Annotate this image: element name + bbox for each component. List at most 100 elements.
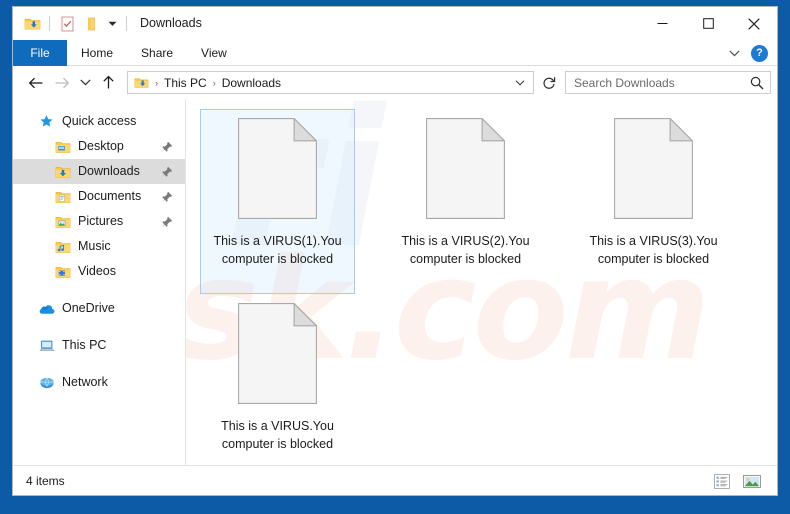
sidebar-item-network[interactable]: Network: [13, 370, 185, 395]
close-button[interactable]: [731, 7, 777, 40]
tab-file[interactable]: File: [13, 40, 67, 66]
sidebar-item-quick-access-label: Quick access: [62, 114, 137, 129]
toolbar-divider-2: [126, 16, 127, 31]
generic-file-icon: [426, 117, 506, 219]
minimize-button[interactable]: [639, 7, 685, 40]
sidebar-item-music-label: Music: [78, 239, 111, 254]
tab-view-label: View: [201, 46, 227, 60]
address-dropdown-chevron-icon[interactable]: [509, 78, 531, 88]
window-title: Downloads: [140, 16, 202, 30]
title-bar: Downloads: [13, 7, 777, 40]
search-icon[interactable]: [748, 76, 766, 90]
file-item-label: This is a VIRUS(2).You computer is block…: [401, 234, 530, 266]
navigation-pane: Quick access Desktop Downloads Documents…: [13, 99, 186, 465]
desktop-background: Downloads File Home Share View ? › This …: [0, 0, 790, 514]
breadcrumb-separator-1: ›: [155, 77, 158, 88]
file-item[interactable]: This is a VIRUS(1).You computer is block…: [200, 109, 355, 294]
sidebar-item-desktop[interactable]: Desktop: [13, 134, 185, 159]
sidebar-item-network-label: Network: [62, 375, 108, 390]
sidebar-item-pictures[interactable]: Pictures: [13, 209, 185, 234]
generic-file-icon: [614, 117, 694, 219]
toolbar-divider: [49, 16, 50, 31]
large-icons-view-button[interactable]: [741, 471, 763, 491]
tab-home[interactable]: Home: [67, 40, 127, 66]
music-folder-icon: [54, 238, 71, 255]
onedrive-icon: [38, 300, 55, 317]
generic-file-icon: [238, 302, 318, 404]
up-button[interactable]: [95, 70, 121, 96]
breadcrumb-this-pc[interactable]: This PC: [161, 76, 210, 90]
file-item[interactable]: This is a VIRUS.You computer is blocked: [200, 294, 355, 465]
tab-home-label: Home: [81, 46, 114, 60]
pin-icon[interactable]: [161, 166, 173, 178]
breadcrumb-downloads[interactable]: Downloads: [219, 76, 284, 90]
window-controls: [639, 7, 777, 40]
tab-share[interactable]: Share: [127, 40, 187, 66]
sidebar-item-videos-label: Videos: [78, 264, 116, 279]
breadcrumb-downloads-icon: [133, 74, 150, 91]
sidebar-item-music[interactable]: Music: [13, 234, 185, 259]
file-item-label: This is a VIRUS(1).You computer is block…: [213, 234, 342, 266]
downloads-folder-icon[interactable]: [21, 13, 43, 35]
pin-icon[interactable]: [161, 216, 173, 228]
generic-file-icon: [238, 117, 318, 219]
navigation-bar: › This PC › Downloads: [13, 66, 777, 99]
forward-button[interactable]: [49, 70, 75, 96]
sidebar-item-desktop-label: Desktop: [78, 139, 124, 154]
videos-folder-icon: [54, 263, 71, 280]
tab-share-label: Share: [141, 46, 174, 60]
address-bar[interactable]: › This PC › Downloads: [127, 71, 534, 94]
item-count-label: 4 items: [26, 473, 65, 488]
window-body: Quick access Desktop Downloads Documents…: [13, 99, 777, 465]
sidebar-item-pictures-label: Pictures: [78, 214, 124, 229]
sidebar-item-downloads-label: Downloads: [78, 164, 140, 179]
tab-view[interactable]: View: [187, 40, 241, 66]
recent-locations-chevron-icon[interactable]: [75, 70, 95, 96]
quick-access-toolbar: [13, 13, 131, 35]
sidebar-item-quick-access[interactable]: Quick access: [13, 109, 185, 134]
network-icon: [38, 374, 55, 391]
search-box[interactable]: [565, 71, 771, 94]
file-list-pane[interactable]: ri sk.com This is a VIRUS(1).You compute…: [186, 99, 777, 465]
new-folder-icon[interactable]: [80, 13, 102, 35]
tab-file-label: File: [30, 46, 50, 60]
sidebar-item-downloads[interactable]: Downloads: [13, 159, 185, 184]
sidebar-item-onedrive[interactable]: OneDrive: [13, 296, 185, 321]
pictures-folder-icon: [54, 213, 71, 230]
status-bar: 4 items: [13, 465, 777, 495]
back-button[interactable]: [23, 70, 49, 96]
search-input[interactable]: [574, 75, 748, 90]
sidebar-item-onedrive-label: OneDrive: [62, 301, 115, 316]
this-pc-icon: [38, 337, 55, 354]
sidebar-item-videos[interactable]: Videos: [13, 259, 185, 284]
expand-ribbon-chevron-icon[interactable]: [723, 42, 745, 64]
file-explorer-window: Downloads File Home Share View ? › This …: [12, 6, 778, 496]
ribbon-tab-strip: File Home Share View ?: [13, 40, 777, 66]
file-grid: This is a VIRUS(1).You computer is block…: [186, 99, 777, 465]
ribbon-right-controls: ?: [723, 40, 773, 66]
maximize-button[interactable]: [685, 7, 731, 40]
pin-icon[interactable]: [161, 191, 173, 203]
sidebar-item-this-pc[interactable]: This PC: [13, 333, 185, 358]
file-item-label: This is a VIRUS.You computer is blocked: [221, 419, 334, 451]
refresh-button[interactable]: [538, 71, 560, 94]
file-item[interactable]: This is a VIRUS(2).You computer is block…: [388, 109, 543, 294]
pin-icon[interactable]: [161, 141, 173, 153]
sidebar-item-documents[interactable]: Documents: [13, 184, 185, 209]
help-icon[interactable]: ?: [751, 44, 768, 62]
view-mode-buttons: [711, 466, 763, 495]
help-label: ?: [756, 47, 763, 59]
star-icon: [38, 113, 55, 130]
documents-folder-icon: [54, 188, 71, 205]
downloads-folder-icon: [54, 163, 71, 180]
file-item-label: This is a VIRUS(3).You computer is block…: [589, 234, 718, 266]
file-item[interactable]: This is a VIRUS(3).You computer is block…: [576, 109, 731, 294]
sidebar-item-this-pc-label: This PC: [62, 338, 107, 353]
desktop-folder-icon: [54, 138, 71, 155]
properties-icon[interactable]: [56, 13, 78, 35]
chevron-down-icon[interactable]: [104, 13, 120, 35]
details-view-button[interactable]: [711, 471, 733, 491]
